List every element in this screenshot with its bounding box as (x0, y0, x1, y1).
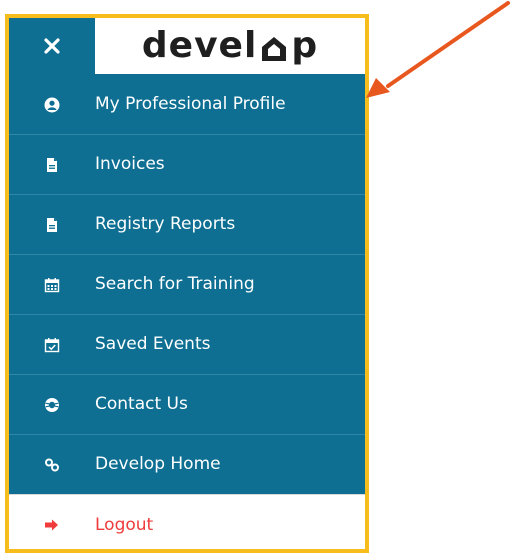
life-ring-icon-wrap (9, 397, 95, 413)
screenshot-stage: devel p My Professional Profile Invoices… (0, 0, 514, 554)
calendar-check-icon-wrap (9, 337, 95, 353)
document-icon (47, 217, 57, 232)
develop-logo[interactable]: devel p (95, 18, 365, 74)
menu-item-label: Logout (95, 514, 154, 535)
logo-text-end: p (291, 25, 319, 66)
logo-text-start: devel (141, 25, 258, 66)
menu-item-my-professional-profile[interactable]: My Professional Profile (9, 74, 365, 134)
user-circle-icon (44, 97, 60, 112)
menu-item-saved-events[interactable]: Saved Events (9, 314, 365, 374)
calendar-icon (44, 277, 60, 292)
user-circle-icon-wrap (9, 97, 95, 113)
link-icon (45, 458, 59, 471)
calendar-icon-wrap (9, 277, 95, 293)
menu-item-invoices[interactable]: Invoices (9, 134, 365, 194)
close-menu-button[interactable] (9, 18, 95, 74)
sign-out-icon (45, 519, 58, 531)
menu-item-logout[interactable]: Logout (9, 494, 365, 549)
sign-out-icon-wrap (9, 517, 95, 533)
link-icon-wrap (9, 457, 95, 473)
menu-item-registry-reports[interactable]: Registry Reports (9, 194, 365, 254)
menu-item-develop-home[interactable]: Develop Home (9, 434, 365, 494)
menu-item-label: Develop Home (95, 454, 221, 474)
menu-list: My Professional Profile Invoices Registr… (9, 74, 365, 549)
calendar-check-icon (44, 337, 60, 352)
menu-item-label: Registry Reports (95, 214, 236, 234)
menu-item-label: Search for Training (95, 274, 255, 294)
close-icon (44, 38, 60, 54)
document-icon-wrap (9, 217, 95, 233)
menu-item-search-for-training[interactable]: Search for Training (9, 254, 365, 314)
menu-item-label: Saved Events (95, 334, 211, 354)
side-menu: devel p My Professional Profile Invoices… (5, 14, 369, 553)
house-o-icon (262, 37, 287, 61)
life-ring-icon (45, 397, 59, 412)
menu-header: devel p (9, 18, 365, 74)
menu-item-contact-us[interactable]: Contact Us (9, 374, 365, 434)
document-icon-wrap (9, 157, 95, 173)
menu-item-label: My Professional Profile (95, 94, 286, 114)
menu-item-label: Contact Us (95, 394, 188, 414)
menu-item-label: Invoices (95, 154, 165, 174)
document-icon (47, 157, 57, 172)
